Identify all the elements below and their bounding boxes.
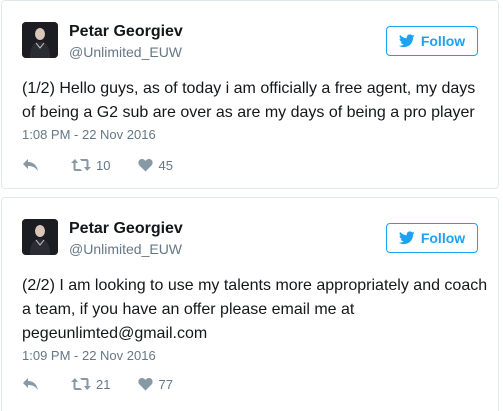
retweet-count: 10 [96,157,111,173]
tweet-actions: 21 77 [22,374,173,394]
tweet-card: Petar Georgiev @Unlimited_EUW Follow (1/… [1,0,499,189]
user-handle[interactable]: @Unlimited_EUW [69,44,182,60]
user-name[interactable]: Petar Georgiev [69,23,183,41]
follow-label: Follow [420,230,466,246]
heart-icon [138,377,154,391]
retweet-icon [71,159,91,171]
reply-icon [23,159,38,171]
like-count: 45 [158,157,173,173]
like-count: 77 [158,376,173,392]
reply-button[interactable] [22,377,39,391]
avatar[interactable] [22,22,58,58]
avatar[interactable] [22,219,58,255]
twitter-bird-icon [398,231,415,245]
heart-icon [138,158,154,172]
reply-icon [23,378,38,390]
tweet-timestamp[interactable]: 1:09 PM - 22 Nov 2016 [22,348,156,363]
retweet-count: 21 [96,376,111,392]
user-name[interactable]: Petar Georgiev [69,220,183,238]
twitter-bird-icon [398,34,415,48]
retweet-button[interactable]: 21 [71,377,110,392]
like-button[interactable]: 45 [138,157,173,173]
avatar-image [22,22,58,58]
like-button[interactable]: 77 [138,376,173,392]
follow-button[interactable]: Follow [386,223,478,253]
follow-button[interactable]: Follow [386,26,478,56]
user-handle[interactable]: @Unlimited_EUW [69,241,182,257]
reply-button[interactable] [22,158,39,172]
tweet-card: Petar Georgiev @Unlimited_EUW Follow (2/… [1,197,499,411]
tweet-timestamp[interactable]: 1:08 PM - 22 Nov 2016 [22,127,156,142]
retweet-button[interactable]: 10 [71,158,110,173]
retweet-icon [71,378,91,390]
tweet-text: (2/2) I am looking to use my talents mor… [22,277,488,342]
avatar-image [22,219,58,255]
tweet-text: (1/2) Hello guys, as of today i am offic… [22,80,476,121]
follow-label: Follow [420,33,466,49]
tweet-actions: 10 45 [22,155,173,175]
